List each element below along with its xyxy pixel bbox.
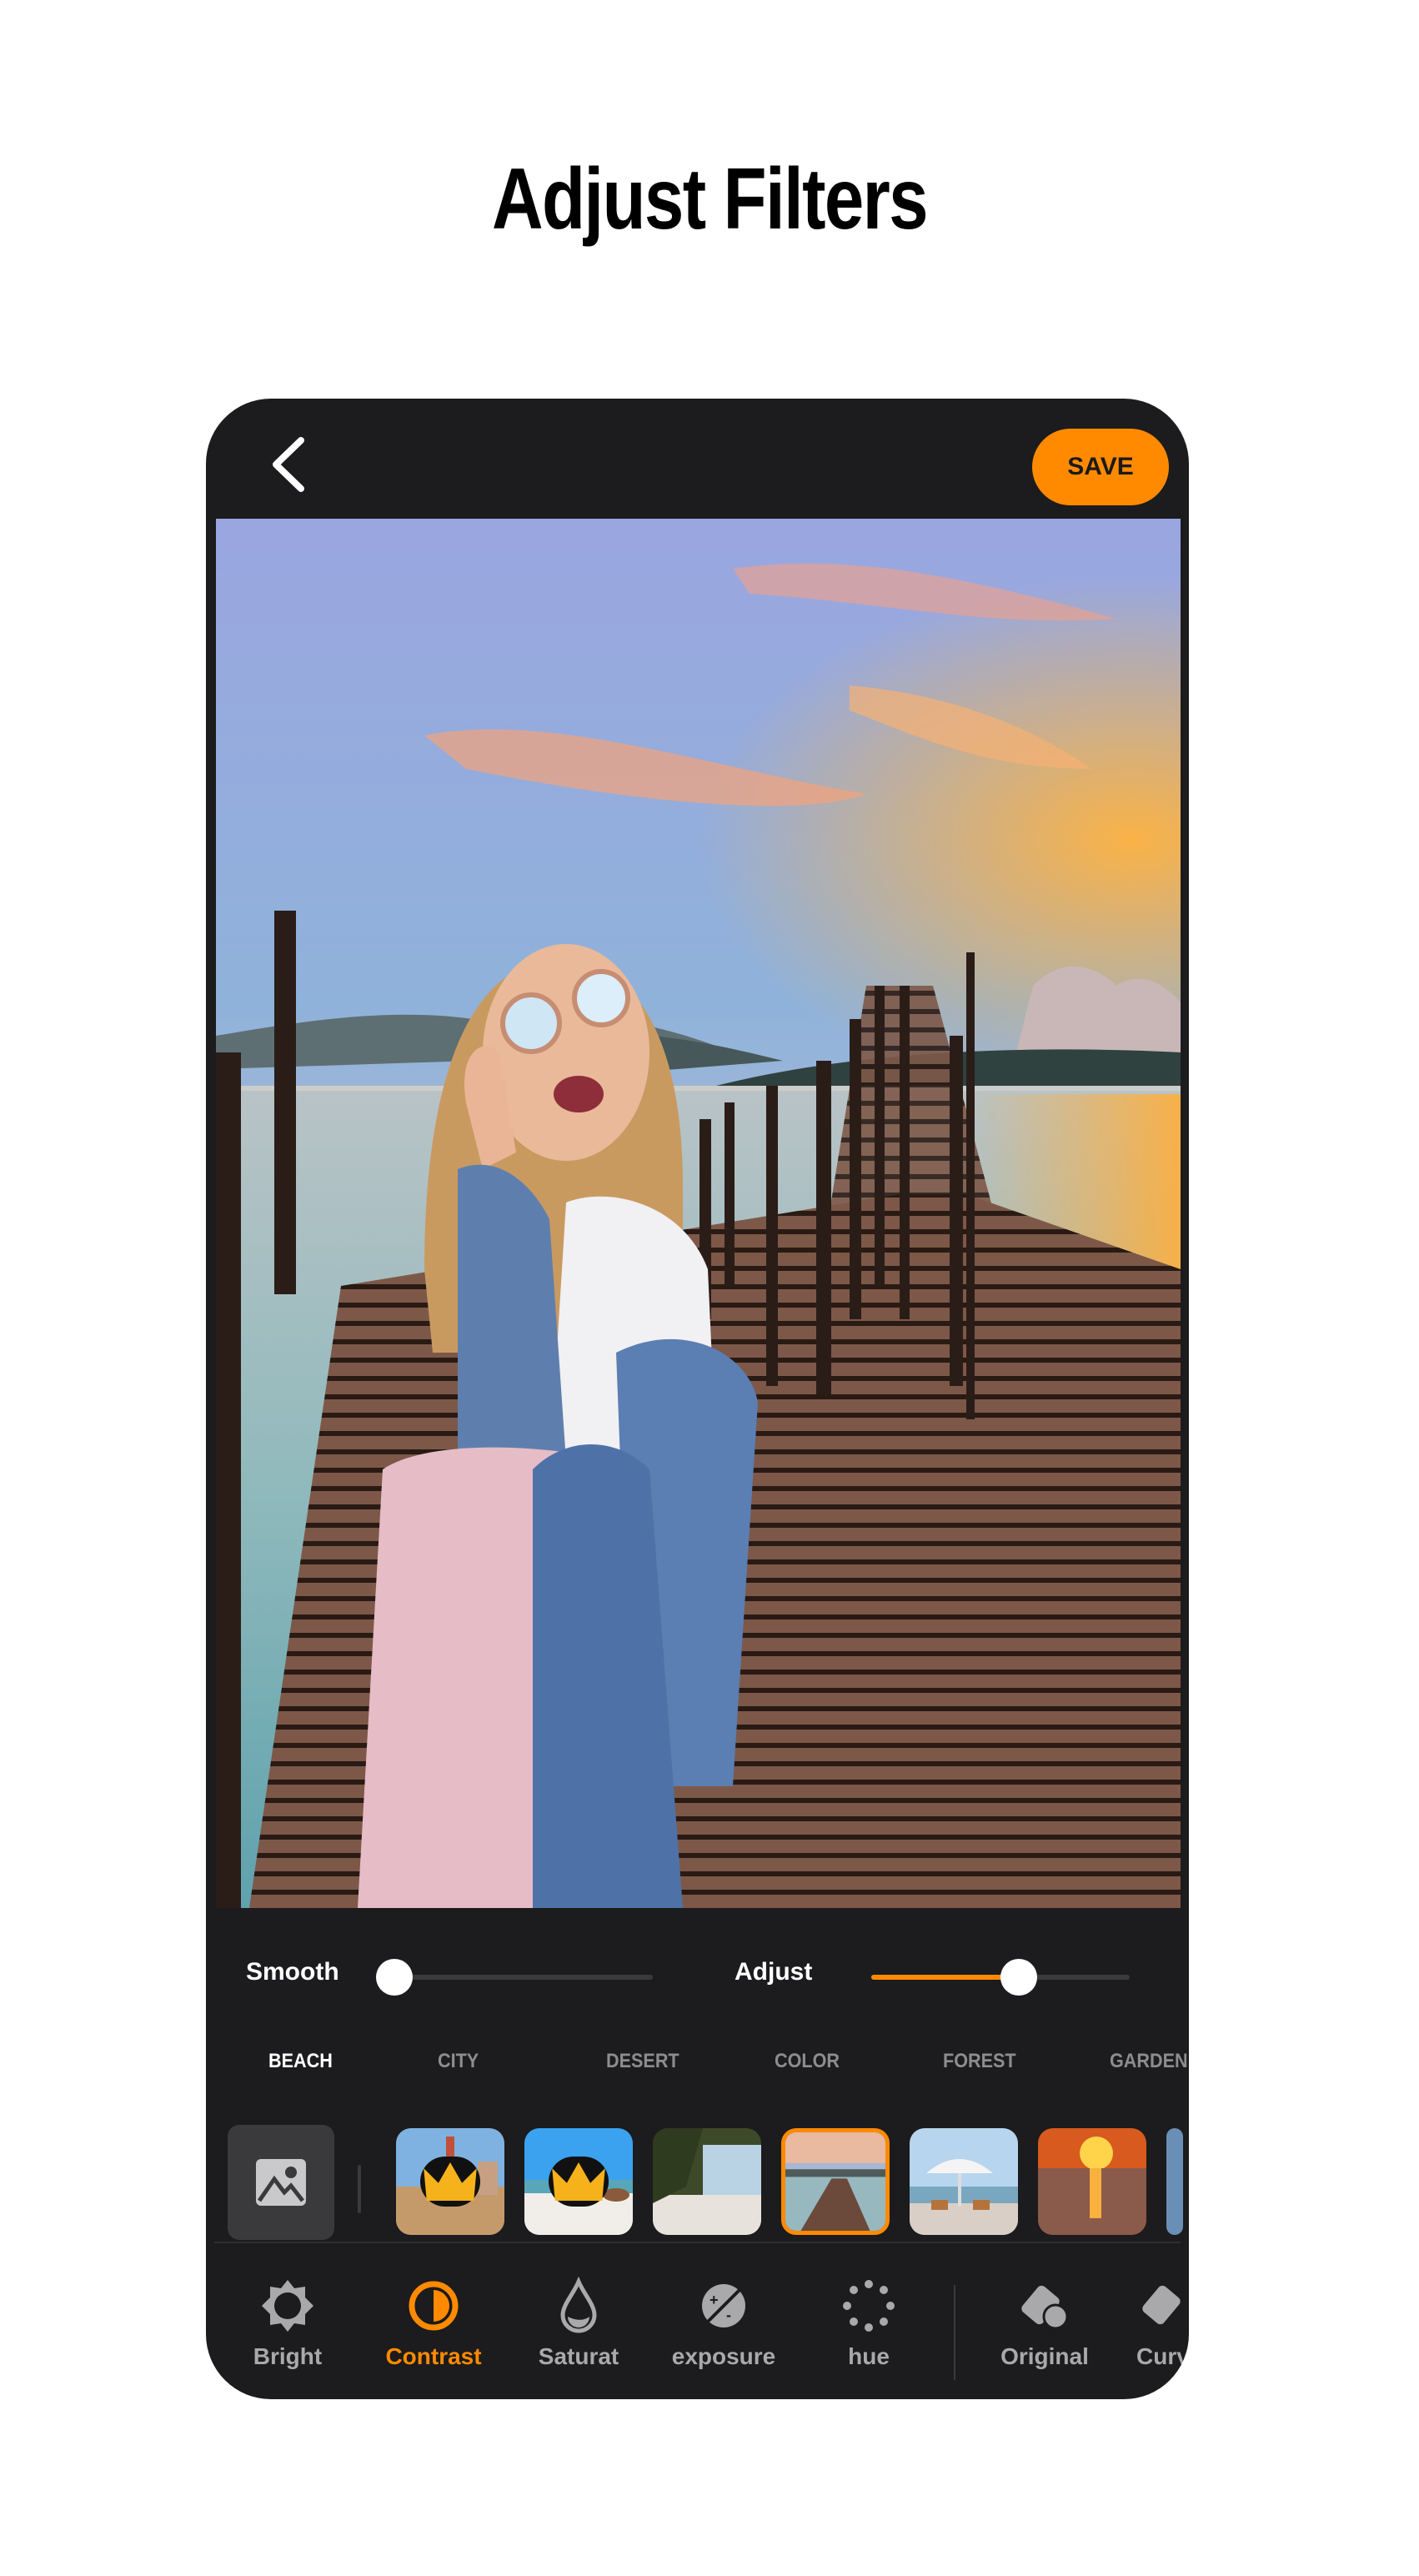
thumbnail-separator [358,2165,361,2213]
edited-photo [216,519,1181,1908]
tool-saturation[interactable]: Saturat [516,2260,641,2370]
contrast-icon [409,2281,459,2331]
smooth-slider[interactable] [376,1959,653,1996]
filter-thumbnail-umbrella-chairs[interactable] [910,2128,1018,2235]
tool-contrast[interactable]: Contrast [371,2260,496,2370]
top-bar: SAVE [206,399,1189,519]
saturation-drop-icon [560,2277,597,2333]
tool-label: Curv [1136,2343,1189,2369]
tool-label: Bright [253,2343,323,2369]
brightness-icon [262,2280,313,2332]
crown-icon [424,2162,477,2201]
tool-bright[interactable]: Bright [225,2260,350,2370]
smooth-slider-thumb[interactable] [376,1959,413,1996]
category-garden[interactable]: GARDEN [1110,2050,1188,2073]
smooth-label: Smooth [246,1958,339,1986]
filter-categories: BEACH CITY DESERT COLOR FOREST GARDEN [206,2050,1189,2083]
filter-thumbnails [206,2125,1189,2240]
category-beach[interactable]: BEACH [268,2050,333,2073]
eraser-icon [1142,2285,1181,2325]
save-button[interactable]: SAVE [1032,429,1169,505]
crown-icon [552,2162,605,2201]
adjust-toolbar: Bright Contrast Saturat + - exposure hue … [206,2260,1189,2377]
image-icon [256,2159,306,2206]
adjust-sliders: Smooth Adjust [206,1951,1189,2001]
tool-label: Contrast [385,2343,482,2369]
filter-thumbnail-ocean-sunset[interactable] [1038,2128,1146,2235]
filter-thumbnail-golden-gate[interactable] [396,2128,504,2235]
eraser-icon [1021,2285,1069,2330]
adjust-slider[interactable] [871,1959,1130,1996]
filter-thumbnail-pier-sunset[interactable] [781,2128,890,2235]
toolbar-vertical-separator [954,2285,955,2380]
hue-dots-icon [843,2280,895,2332]
gallery-button[interactable] [228,2125,334,2240]
filter-thumbnail-tropical-shore[interactable] [653,2128,761,2235]
category-forest[interactable]: FOREST [943,2050,1016,2073]
svg-text:-: - [726,2307,731,2323]
filter-thumbnail-beach-boat[interactable] [524,2128,633,2235]
tool-label: exposure [671,2343,776,2369]
back-button[interactable] [264,435,314,494]
tool-curve[interactable]: Curv [1131,2260,1189,2370]
phone-screen: SAVE Smooth Adjust BEACH CITY DESERT COL… [206,399,1189,2399]
tool-exposure[interactable]: + - exposure [661,2260,786,2370]
tool-label: Original [1000,2343,1089,2369]
premium-badge [549,2157,609,2207]
filter-thumbnail-partial[interactable] [1166,2128,1183,2235]
svg-text:+: + [710,2292,719,2308]
page-headline: Adjust Filters [492,151,929,248]
tool-hue[interactable]: hue [806,2260,931,2370]
chevron-left-icon [273,437,304,492]
category-city[interactable]: CITY [438,2050,479,2073]
toolbar-divider [214,2242,1181,2243]
tool-label: Saturat [538,2343,619,2369]
tool-label: hue [848,2343,890,2369]
premium-badge [420,2157,480,2207]
tool-original[interactable]: Original [982,2260,1107,2370]
adjust-slider-fill [871,1975,1019,1980]
category-desert[interactable]: DESERT [606,2050,679,2073]
adjust-label: Adjust [735,1958,813,1986]
exposure-icon: +- [702,2284,745,2327]
category-color[interactable]: COLOR [775,2050,840,2073]
adjust-slider-thumb[interactable] [1000,1959,1037,1996]
